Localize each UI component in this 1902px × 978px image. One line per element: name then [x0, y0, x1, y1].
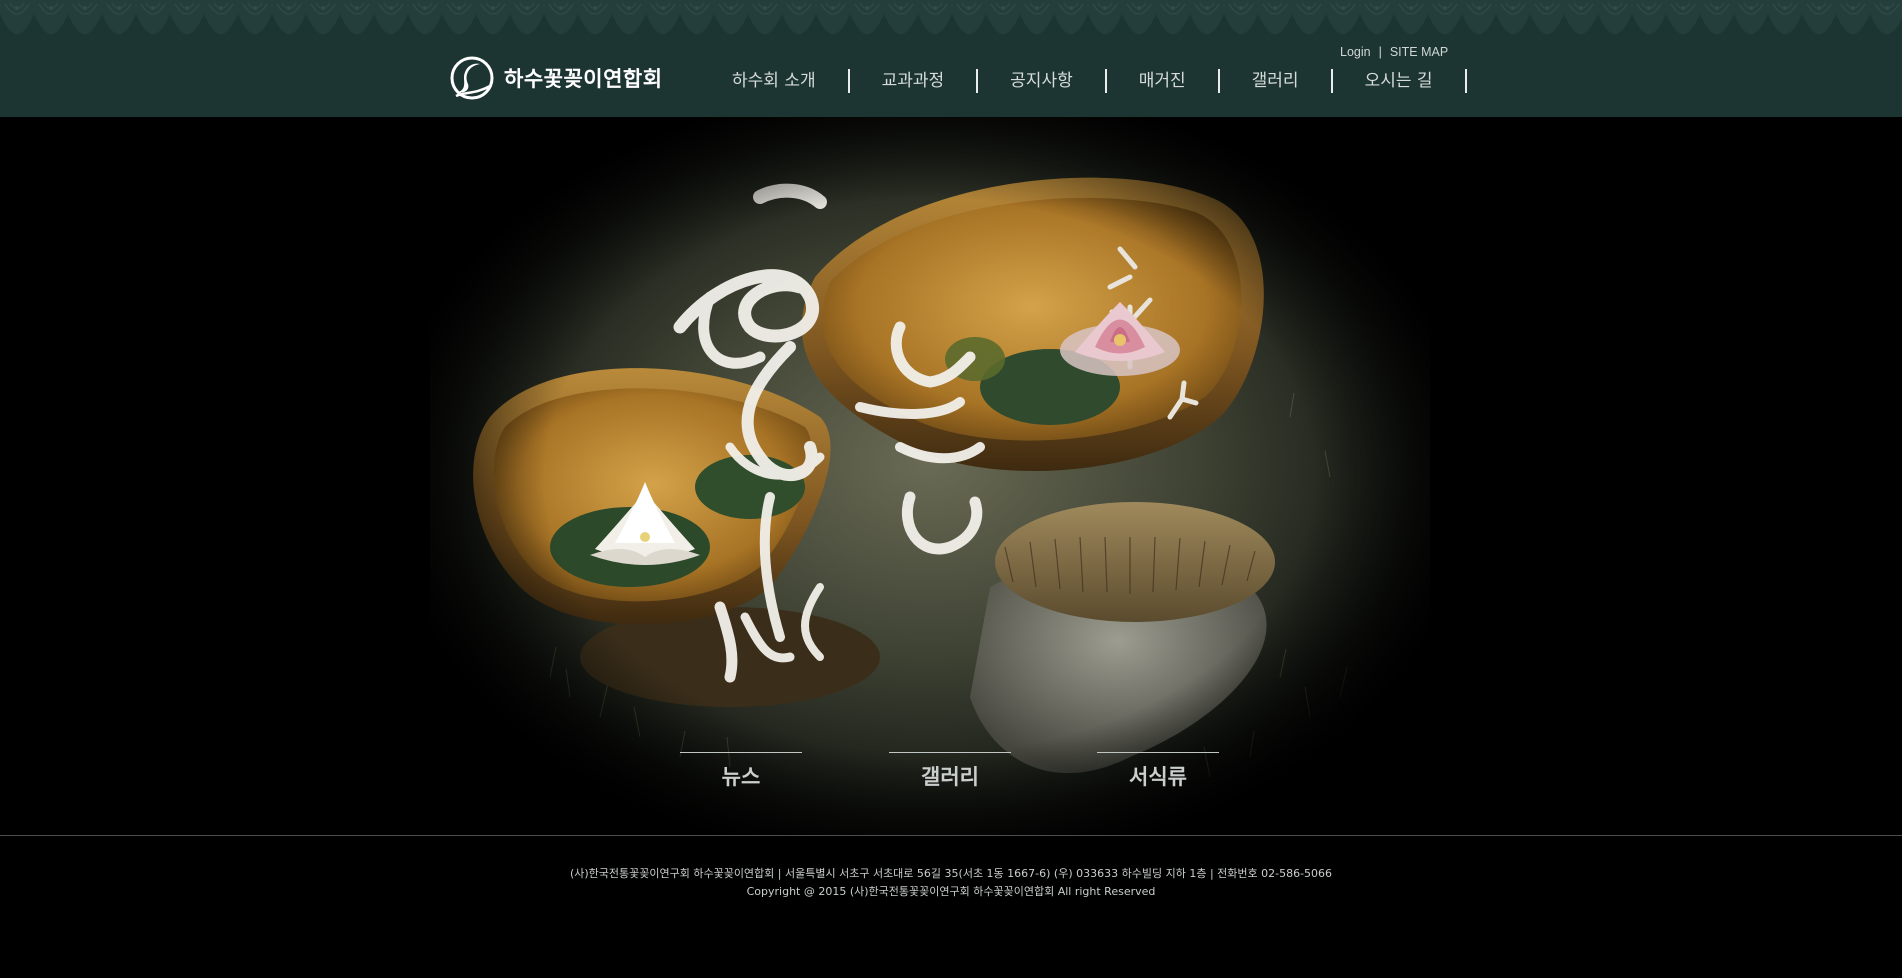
sitemap-link[interactable]: SITE MAP	[1390, 45, 1448, 59]
quick-link-gallery-label: 갤러리	[921, 765, 979, 789]
quick-link-forms-label: 서식류	[1129, 765, 1187, 789]
quick-link-gallery[interactable]: 갤러리	[889, 752, 1011, 793]
login-link[interactable]: Login	[1340, 45, 1371, 59]
hero-image	[430, 117, 1430, 835]
nav-item-magazine[interactable]: 매거진	[1107, 69, 1220, 93]
nav-item-notice[interactable]: 공지사항	[978, 69, 1107, 93]
nav-item-curriculum[interactable]: 교과과정	[850, 69, 979, 93]
site-header: 하수꽃꽂이연합회 Login | SITE MAP 하수회 소개 교과과정 공지…	[0, 0, 1902, 117]
quick-link-news-label: 뉴스	[721, 765, 761, 789]
site-logo[interactable]: 하수꽃꽂이연합회	[450, 56, 663, 100]
utility-links: Login | SITE MAP	[1340, 45, 1448, 59]
nav-item-directions[interactable]: 오시는 길	[1333, 69, 1467, 93]
header-wave-pattern	[0, 0, 1902, 38]
nav-item-about[interactable]: 하수회 소개	[700, 69, 850, 93]
quick-link-news[interactable]: 뉴스	[680, 752, 802, 793]
site-footer: (사)한국전통꽃꽂이연구회 하수꽃꽂이연합회 | 서울특별시 서초구 서초대로 …	[0, 835, 1902, 978]
utility-separator: |	[1378, 45, 1382, 59]
main-nav: 하수회 소개 교과과정 공지사항 매거진 갤러리 오시는 길	[700, 68, 1467, 94]
nav-item-gallery[interactable]: 갤러리	[1220, 69, 1333, 93]
footer-copyright: Copyright @ 2015 (사)한국전통꽃꽂이연구회 하수꽃꽂이연합회 …	[746, 885, 1156, 898]
footer-address: (사)한국전통꽃꽂이연구회 하수꽃꽂이연합회 | 서울특별시 서초구 서초대로 …	[569, 867, 1333, 880]
quick-link-forms[interactable]: 서식류	[1097, 752, 1219, 793]
logo-text: 하수꽃꽂이연합회	[504, 67, 663, 91]
logo-emblem-icon	[450, 56, 494, 100]
hero-visual	[0, 117, 1902, 835]
